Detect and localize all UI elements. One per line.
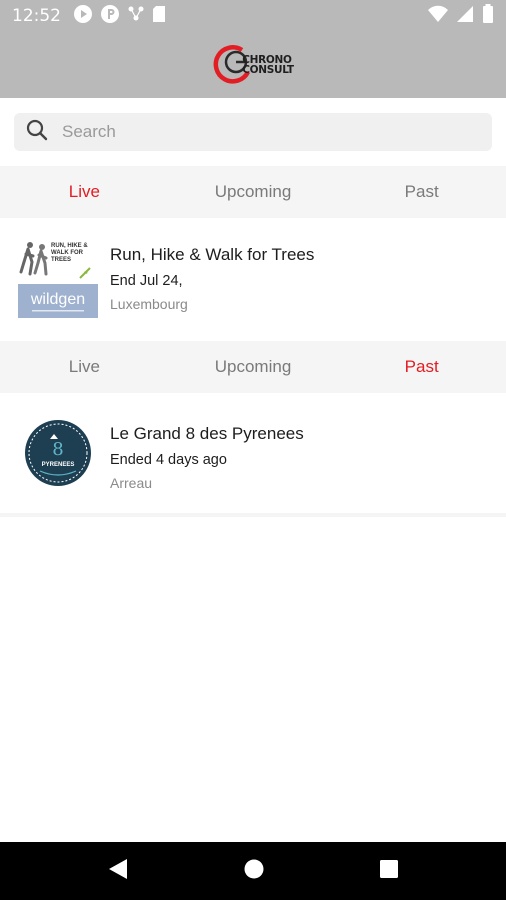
event-list-item[interactable]: RUN, HIKE & WALK FOR TREES wildgen Run, … xyxy=(0,218,506,338)
svg-text:TREES: TREES xyxy=(51,257,71,263)
home-icon[interactable] xyxy=(243,858,265,885)
back-icon[interactable] xyxy=(107,857,129,886)
logo-wordmark: CHRONO CONSULT xyxy=(242,55,294,76)
svg-text:RUN, HIKE &: RUN, HIKE & xyxy=(51,243,88,249)
cell-signal-icon xyxy=(456,5,474,28)
play-circle-icon xyxy=(73,4,93,29)
list-divider xyxy=(0,513,506,517)
event-date-value: 4 days ago xyxy=(155,452,227,468)
event-title: Le Grand 8 des Pyrenees xyxy=(110,424,304,443)
svg-text:WALK FOR: WALK FOR xyxy=(51,250,84,256)
tab-upcoming[interactable]: Upcoming xyxy=(169,341,338,393)
search-bar[interactable] xyxy=(14,113,492,151)
event-info: Run, Hike & Walk for Trees End Jul 24, L… xyxy=(110,238,314,312)
event-thumbnail: RUN, HIKE & WALK FOR TREES wildgen xyxy=(18,238,98,318)
wifi-icon xyxy=(428,5,448,28)
status-system-icons xyxy=(428,3,494,29)
chrono-consult-logo: CHRONO CONSULT xyxy=(212,44,294,86)
search-container xyxy=(0,98,506,166)
status-bar: 12:52 xyxy=(0,0,506,32)
logo-line-2: CONSULT xyxy=(242,64,294,76)
parking-circle-icon xyxy=(100,4,120,29)
event-tabs-past-section: Live Upcoming Past xyxy=(0,341,506,393)
status-time: 12:52 xyxy=(12,6,61,26)
network-dots-icon xyxy=(127,5,145,28)
app-header: CHRONO CONSULT xyxy=(0,32,506,98)
tab-past[interactable]: Past xyxy=(337,341,506,393)
event-tabs-live-section: Live Upcoming Past xyxy=(0,166,506,218)
event-info: Le Grand 8 des Pyrenees Ended 4 days ago… xyxy=(110,419,304,491)
recents-icon[interactable] xyxy=(379,859,399,884)
system-navigation-bar xyxy=(0,842,506,900)
tab-live[interactable]: Live xyxy=(0,341,169,393)
svg-text:8: 8 xyxy=(52,439,63,460)
event-location: Luxembourg xyxy=(110,296,188,312)
event-date: End Jul 24, xyxy=(110,273,314,289)
tab-live[interactable]: Live xyxy=(0,166,169,218)
event-date: Ended 4 days ago xyxy=(110,452,304,468)
event-thumbnail: 8 PYRENEES xyxy=(24,419,92,487)
tab-past[interactable]: Past xyxy=(337,166,506,218)
event-list-item[interactable]: 8 PYRENEES Le Grand 8 des Pyrenees Ended… xyxy=(0,393,506,513)
event-location: Arreau xyxy=(110,475,153,491)
event-title: Run, Hike & Walk for Trees xyxy=(110,245,315,264)
search-icon xyxy=(26,119,48,146)
svg-text:wildgen: wildgen xyxy=(30,291,85,308)
event-date-prefix: Ended xyxy=(110,452,152,468)
status-notification-icons xyxy=(73,4,166,29)
battery-icon xyxy=(482,3,494,29)
svg-text:PYRENEES: PYRENEES xyxy=(42,462,75,468)
event-date-value: Jul 24, xyxy=(139,273,183,289)
event-date-prefix: End xyxy=(110,273,136,289)
search-input[interactable] xyxy=(62,122,462,142)
tab-upcoming[interactable]: Upcoming xyxy=(169,166,338,218)
sd-card-icon xyxy=(152,5,166,28)
